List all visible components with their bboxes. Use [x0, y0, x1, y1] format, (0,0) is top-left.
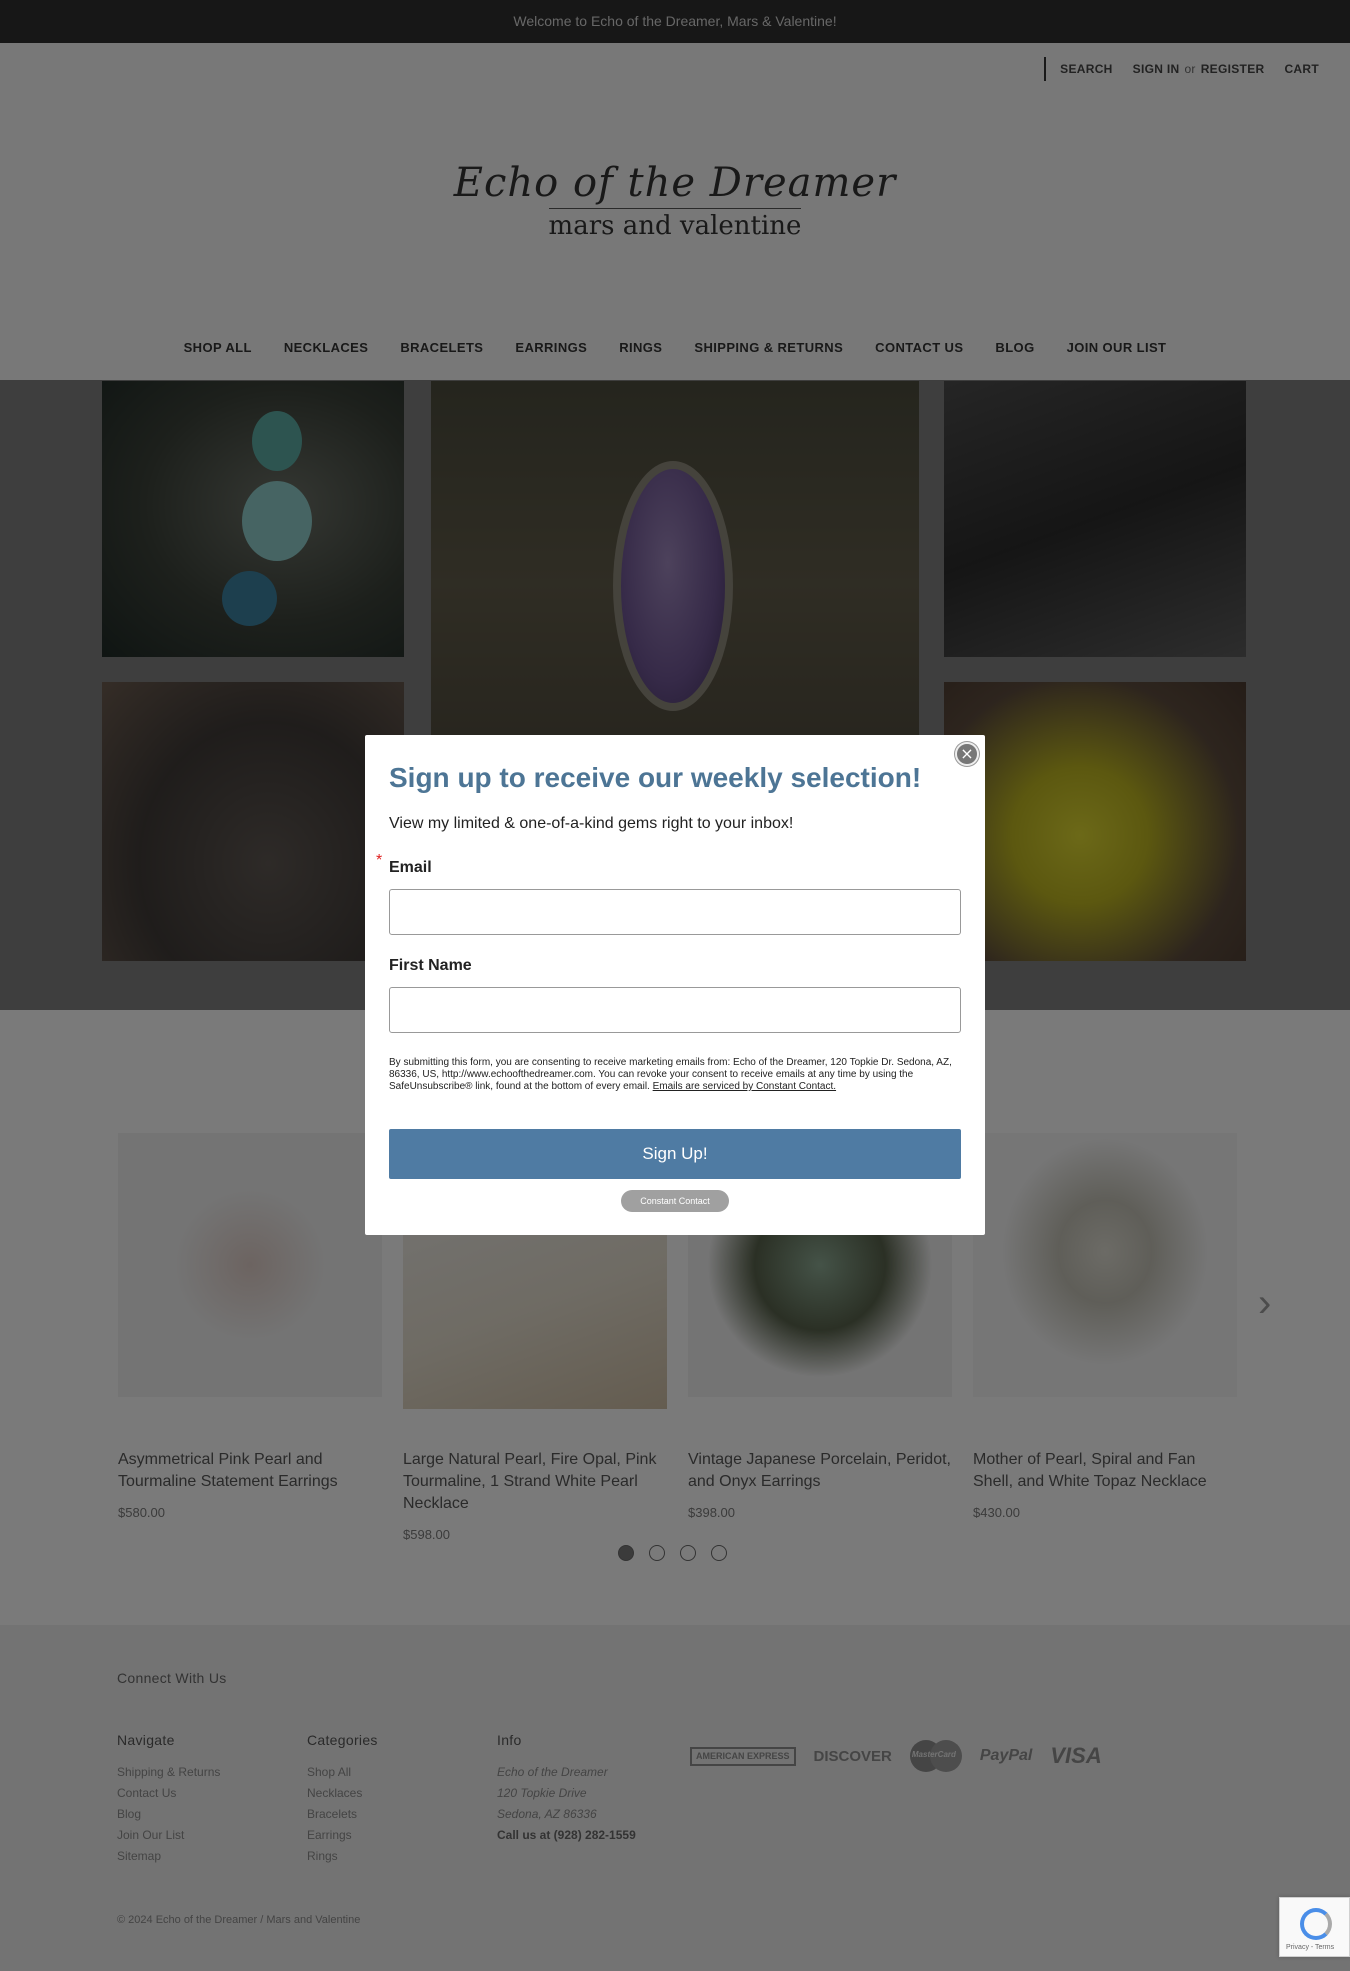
constant-contact-link[interactable]: Emails are serviced by Constant Contact.	[653, 1081, 836, 1092]
recaptcha-links[interactable]: Privacy - Terms	[1286, 1944, 1334, 1951]
recaptcha-icon	[1300, 1908, 1332, 1940]
consent-text: By submitting this form, you are consent…	[389, 1057, 961, 1093]
signup-modal: × Sign up to receive our weekly selectio…	[365, 735, 985, 1235]
required-marker: *	[376, 852, 383, 869]
first-name-field[interactable]	[389, 987, 961, 1033]
email-field[interactable]	[389, 889, 961, 935]
modal-title: Sign up to receive our weekly selection!	[389, 762, 922, 793]
close-icon[interactable]: ×	[955, 742, 979, 766]
email-label: Email	[389, 859, 432, 876]
recaptcha-badge[interactable]: Privacy - Terms	[1279, 1897, 1350, 1957]
constant-contact-badge[interactable]: Constant Contact	[621, 1190, 729, 1212]
first-name-label: First Name	[389, 957, 472, 974]
modal-subtitle: View my limited & one-of-a-kind gems rig…	[389, 815, 794, 832]
sign-up-button[interactable]: Sign Up!	[389, 1129, 961, 1179]
